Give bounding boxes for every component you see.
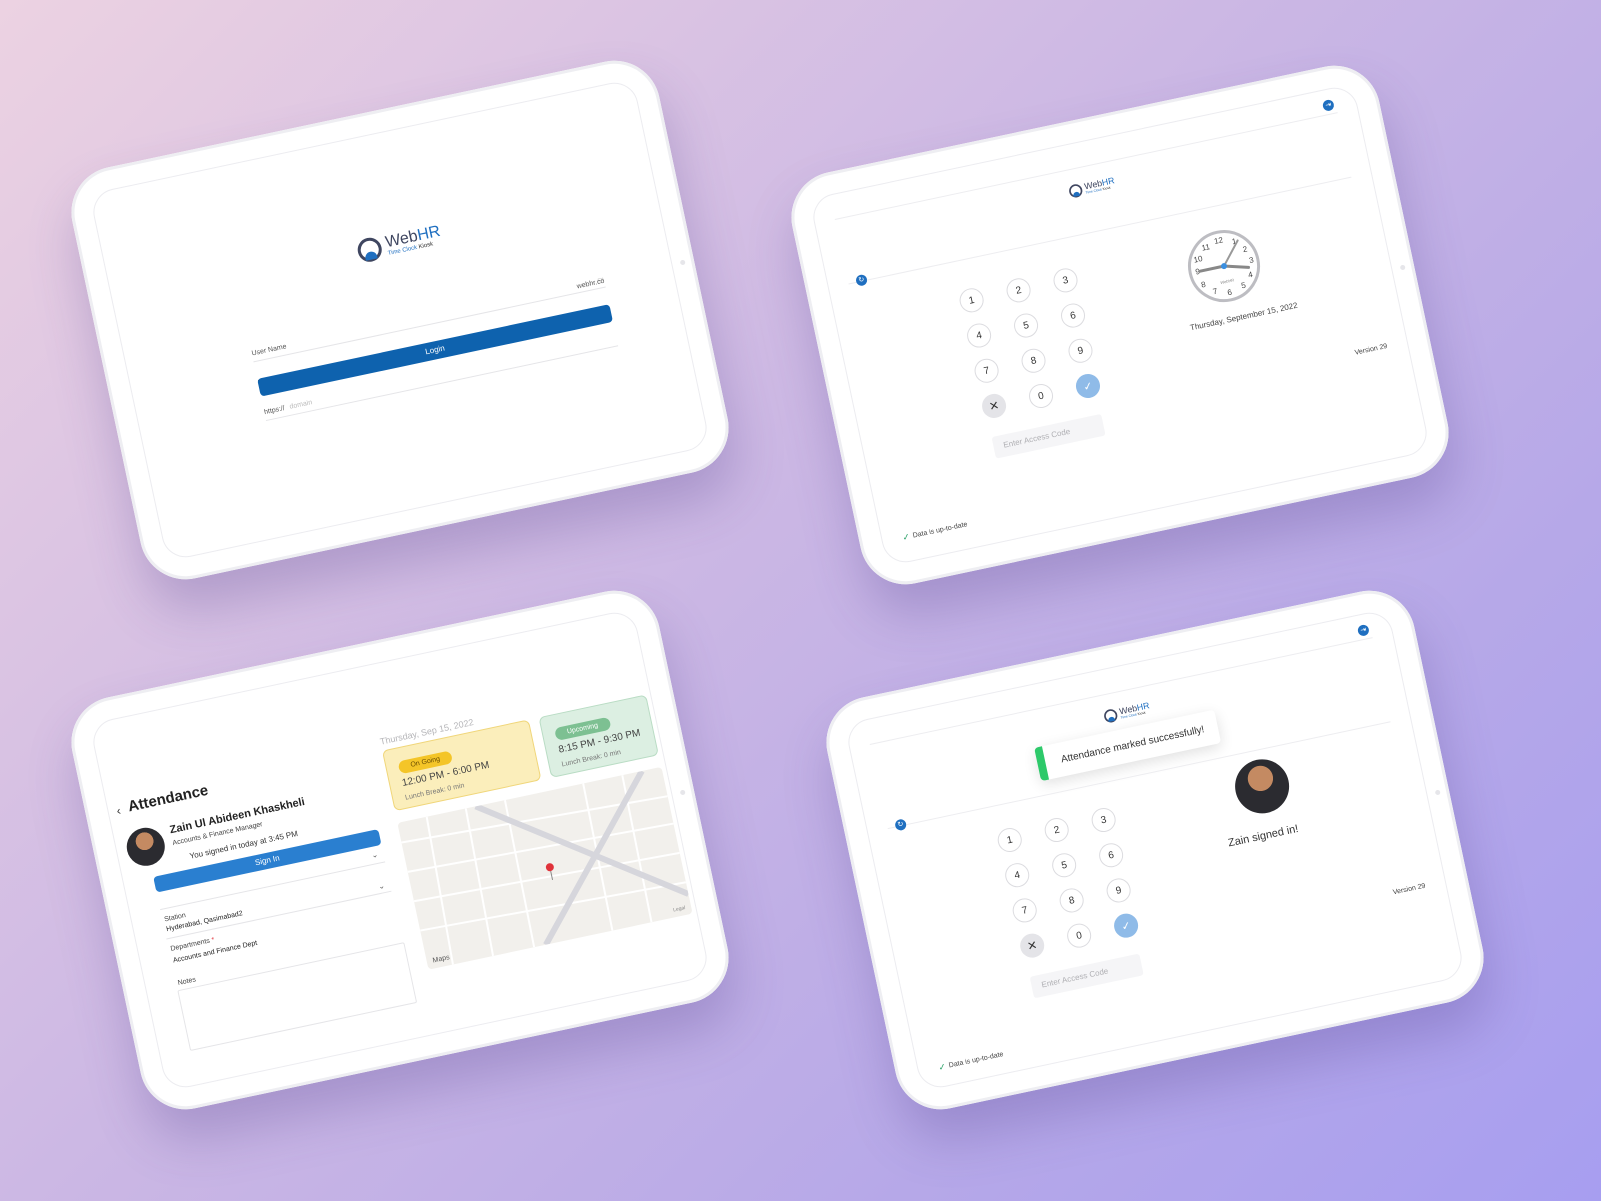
tablet-camera	[679, 259, 686, 266]
required-mark: *	[211, 936, 216, 945]
key-9[interactable]: 9	[1066, 336, 1095, 366]
refresh-icon[interactable]: ↻	[894, 818, 908, 832]
logout-icon[interactable]: ⇥	[1321, 98, 1335, 112]
toast-message: Attendance marked successfully!	[1059, 723, 1206, 765]
logo-icon	[355, 235, 384, 264]
access-code-input[interactable]: Enter Access Code	[991, 413, 1106, 459]
departments-divider	[166, 890, 392, 940]
webhr-logo: WebHR Time Clock Kiosk	[1067, 176, 1116, 199]
clear-key[interactable]: ✕	[979, 391, 1009, 421]
success-toast: Attendance marked successfully!	[1034, 709, 1222, 782]
clear-key[interactable]: ✕	[1017, 931, 1047, 960]
clock-number: 7	[1211, 286, 1219, 297]
key-6[interactable]: 6	[1058, 301, 1088, 330]
key-0[interactable]: 0	[1026, 381, 1056, 411]
key-5[interactable]: 5	[1011, 311, 1041, 340]
tablet-kiosk-clock: ⇥ WebHR Time Clock Kiosk ↻ 1 2 3 4 5 6 7…	[782, 57, 1458, 593]
key-6[interactable]: 6	[1096, 841, 1126, 870]
tablet-attendance: ‹ Attendance Zain Ul Abideen Khaskheli A…	[62, 582, 738, 1118]
clock-number: 12	[1213, 235, 1224, 246]
key-7[interactable]: 7	[1010, 896, 1039, 925]
attendance-screen: ‹ Attendance Zain Ul Abideen Khaskheli A…	[88, 608, 712, 1092]
refresh-icon[interactable]: ↻	[855, 273, 869, 287]
clock-number: 2	[1241, 244, 1249, 255]
sync-status: ✓ Data is up-to-date	[938, 1049, 1005, 1074]
toolbar-divider	[848, 176, 1352, 285]
key-1[interactable]: 1	[957, 286, 986, 315]
version-label: Version 29	[1392, 882, 1427, 897]
key-8[interactable]: 8	[1019, 346, 1048, 375]
chevron-down-icon[interactable]: ⌄	[371, 850, 379, 860]
tablet-camera	[1399, 264, 1406, 271]
confirm-key[interactable]: ✓	[1073, 371, 1103, 401]
key-8[interactable]: 8	[1057, 886, 1086, 915]
check-icon: ✓	[937, 1061, 947, 1073]
sync-status-text: Data is up-to-date	[948, 1051, 1005, 1070]
logo-sub-kiosk: Kiosk	[1101, 186, 1111, 192]
key-3[interactable]: 3	[1089, 805, 1118, 835]
tablet-confirmation: ⇥ WebHR Time Clock Kiosk Attendance mark…	[817, 582, 1493, 1118]
domain-prefix: https://	[263, 404, 286, 417]
shift-card-upcoming[interactable]: Upcoming 8:15 PM - 9:30 PM Lunch Break: …	[538, 694, 659, 778]
clock-number: 3	[1248, 255, 1255, 266]
map-pin-icon	[545, 863, 554, 872]
username-label: User Name	[251, 343, 288, 358]
logo-sub-kiosk: Kiosk	[1136, 711, 1146, 717]
avatar	[123, 824, 169, 870]
clock-number: 11	[1200, 242, 1211, 253]
clock-number: 10	[1192, 254, 1204, 265]
key-3[interactable]: 3	[1051, 266, 1080, 295]
confirmation-screen: ⇥ WebHR Time Clock Kiosk Attendance mark…	[843, 608, 1467, 1092]
key-1[interactable]: 1	[995, 825, 1024, 855]
key-2[interactable]: 2	[1042, 815, 1071, 845]
avatar	[1230, 754, 1295, 819]
sync-status: ✓ Data is up-to-date	[901, 519, 968, 544]
check-icon: ✓	[901, 531, 911, 543]
hour-hand	[1223, 264, 1251, 269]
header-divider	[834, 112, 1338, 220]
sync-status-text: Data is up-to-date	[912, 521, 969, 540]
webhr-logo: WebHR Time Clock Kiosk	[1102, 701, 1151, 724]
tablet-camera	[679, 789, 686, 796]
keypad: 1 2 3 4 5 6 7 8 9 ✕ 0 ✓	[957, 266, 1103, 421]
page-title: Attendance	[126, 781, 210, 816]
key-9[interactable]: 9	[1104, 876, 1133, 905]
access-code-input[interactable]: Enter Access Code	[1029, 953, 1144, 999]
key-7[interactable]: 7	[972, 356, 1001, 385]
chevron-down-icon[interactable]: ⌄	[377, 881, 385, 891]
notes-textarea[interactable]	[177, 942, 418, 1052]
toast-accent-bar	[1034, 746, 1050, 782]
chevron-left-icon[interactable]: ‹	[115, 803, 122, 818]
webhr-logo: WebHR Time Clock Kiosk	[355, 223, 444, 264]
clock-center	[1220, 262, 1228, 270]
clock-number: 6	[1226, 287, 1233, 298]
key-2[interactable]: 2	[1004, 276, 1033, 305]
login-screen: WebHR Time Clock Kiosk User Name ▭ Passw…	[88, 78, 712, 562]
notes-label: Notes	[177, 976, 197, 988]
logout-icon[interactable]: ⇥	[1356, 623, 1370, 637]
key-0[interactable]: 0	[1064, 921, 1094, 950]
kiosk-screen: ⇥ WebHR Time Clock Kiosk ↻ 1 2 3 4 5 6 7…	[808, 83, 1432, 567]
key-4[interactable]: 4	[1002, 860, 1032, 890]
key-4[interactable]: 4	[964, 321, 994, 350]
analog-clock: 12 1 2 3 4 5 6 7 8 9 10 11 WebHR	[1181, 223, 1267, 309]
tablet-login: WebHR Time Clock Kiosk User Name ▭ Passw…	[62, 52, 738, 588]
tablet-camera	[1434, 789, 1441, 796]
confirm-key[interactable]: ✓	[1111, 911, 1141, 940]
version-label: Version 29	[1354, 342, 1389, 357]
keypad: 1 2 3 4 5 6 7 8 9 ✕ 0 ✓	[995, 805, 1141, 960]
domain-input[interactable]: domain	[289, 399, 313, 411]
signed-in-message: Zain signed in!	[1227, 822, 1300, 850]
clock-number: 5	[1240, 280, 1247, 291]
logo-icon	[1067, 183, 1084, 199]
logo-icon	[1102, 708, 1119, 724]
clock-date: Thursday, September 15, 2022	[1189, 300, 1299, 333]
key-5[interactable]: 5	[1049, 850, 1079, 880]
